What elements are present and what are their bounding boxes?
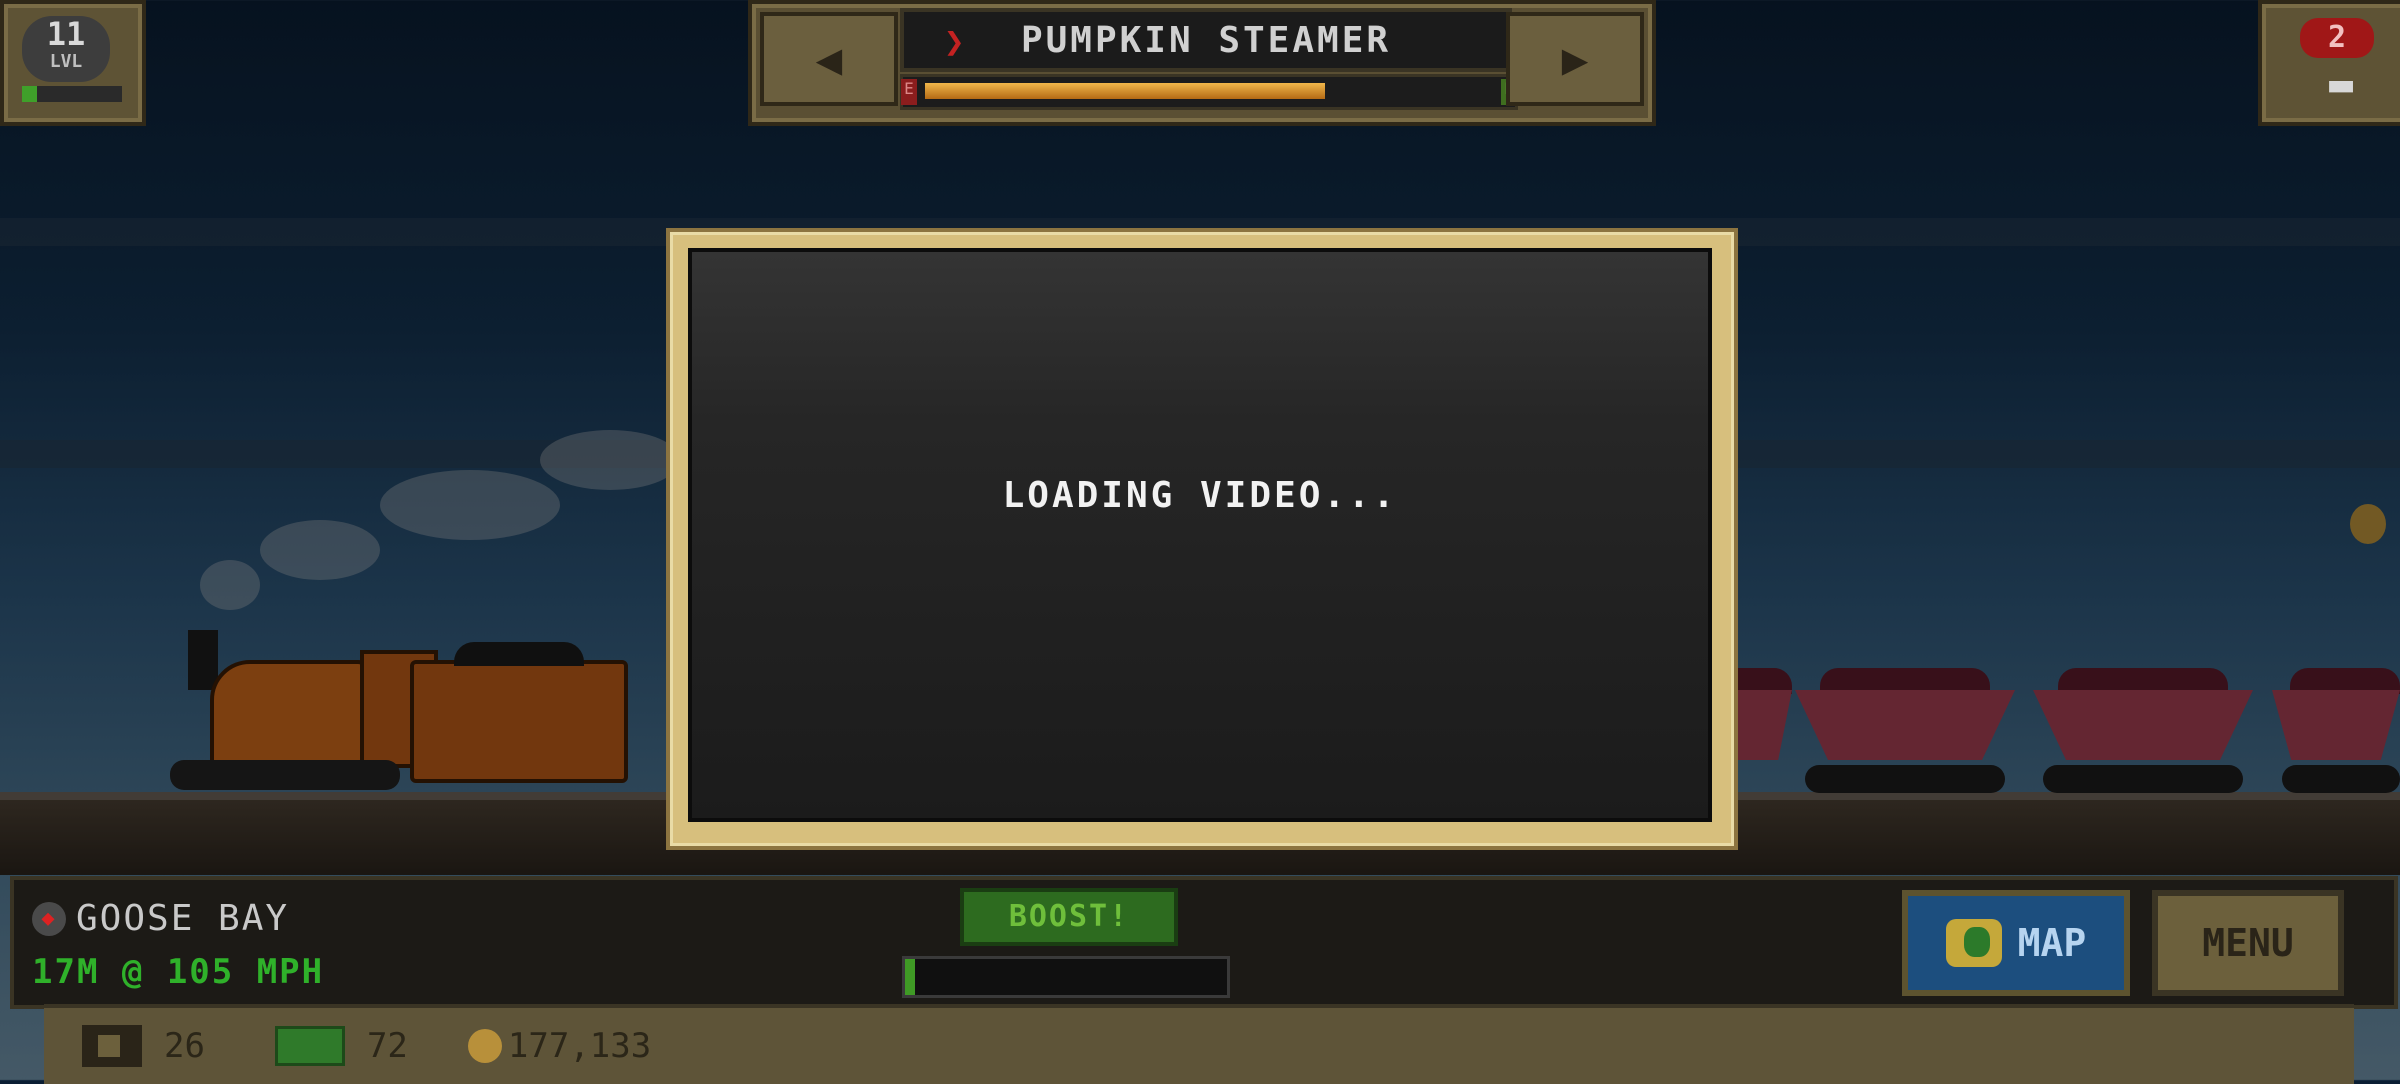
arrow-left-icon: ◀	[815, 33, 843, 85]
station-name: GOOSE BAY	[76, 898, 290, 939]
xp-progress-bar	[22, 86, 122, 102]
hopper-car	[2033, 690, 2253, 760]
video-loading-dialog: LOADING VIDEO...	[666, 228, 1738, 850]
video-loading-panel: LOADING VIDEO...	[688, 248, 1712, 822]
boost-button[interactable]: BOOST!	[960, 888, 1178, 946]
hopper-wheels	[2043, 765, 2243, 793]
train-name: PUMPKIN STEAMER	[1020, 19, 1392, 61]
arrow-right-icon: ▶	[1561, 33, 1589, 85]
map-icon	[1945, 919, 2002, 967]
crew-count-badge: 2	[2300, 18, 2374, 58]
smoke-puff	[200, 560, 260, 610]
fuel-empty-marker: E	[901, 79, 917, 105]
xp-progress-fill	[22, 86, 37, 102]
tender-car	[410, 642, 628, 783]
crew-panel[interactable]: 2 ▬	[2258, 0, 2400, 126]
level-panel[interactable]: 11 LVL	[0, 0, 146, 126]
pumpkin-steamer-icon: ❯	[944, 22, 968, 62]
distance-speed-readout: 17M @ 105 MPH	[32, 952, 325, 992]
ticket-icon	[82, 1025, 142, 1067]
level-badge: 11 LVL	[22, 16, 110, 82]
map-label: MAP	[2017, 921, 2087, 965]
hopper-wheels	[1805, 765, 2005, 793]
train-name-box: ❯ PUMPKIN STEAMER	[900, 8, 1512, 72]
coin-icon	[467, 1029, 502, 1063]
coins-value: 177,133	[507, 1026, 652, 1066]
cash-value: 72	[366, 1026, 408, 1066]
cash-icon	[274, 1026, 345, 1066]
fuel-level-fill	[925, 83, 1325, 99]
locomotive-wheels	[170, 760, 400, 790]
pumpkin-boiler	[210, 660, 368, 768]
boost-meter-fill	[905, 959, 915, 995]
fuel-gauge: E F	[900, 74, 1518, 110]
previous-train-button[interactable]: ◀	[760, 12, 898, 106]
map-button[interactable]: MAP	[1902, 890, 2130, 996]
locomotive	[170, 630, 438, 790]
bottom-status-bar: ◆ GOOSE BAY 17M @ 105 MPH BOOST! MAP MEN…	[10, 876, 2398, 1009]
menu-button[interactable]: MENU	[2152, 890, 2344, 996]
hopper-car	[1795, 690, 2015, 760]
smoke-puff	[260, 520, 380, 580]
smoke-puff	[540, 430, 680, 490]
tickets-counter: 26	[82, 1025, 205, 1067]
coins-counter: 177,133	[467, 1026, 652, 1066]
floating-coin-icon[interactable]	[2350, 504, 2386, 544]
hopper-wheels	[2282, 765, 2400, 793]
train-selector: ◀ ❯ PUMPKIN STEAMER E F ▶	[748, 0, 1656, 126]
loading-video-text: LOADING VIDEO...	[1002, 474, 1398, 516]
tickets-value: 26	[164, 1026, 205, 1066]
cash-counter: 72	[274, 1026, 408, 1066]
resource-bar: 26 72 177,133	[44, 1004, 2354, 1084]
next-train-button[interactable]: ▶	[1506, 12, 1644, 106]
smoke-puff	[380, 470, 560, 540]
boost-meter	[902, 956, 1230, 998]
train-car-icon: ▬	[2328, 61, 2354, 107]
next-station: ◆ GOOSE BAY	[32, 898, 289, 939]
level-label: LVL	[49, 51, 83, 72]
level-number: 11	[46, 15, 86, 53]
hopper-car	[2272, 690, 2400, 760]
tender-coal	[454, 642, 584, 666]
station-pin-icon: ◆	[32, 901, 66, 936]
